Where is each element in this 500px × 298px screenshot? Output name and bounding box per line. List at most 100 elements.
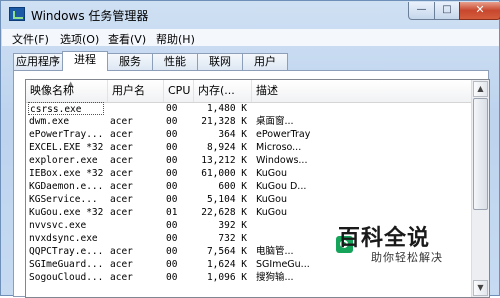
process-description: 搜狗输... — [256, 272, 294, 283]
process-description: Microso... — [256, 142, 302, 153]
table-row[interactable]: ePowerTray... acer 00 364 K ePowerTray — [26, 128, 478, 141]
menu-file[interactable]: 文件(F) — [10, 31, 51, 47]
table-row[interactable]: csrss.exe 00 1,480 K — [26, 102, 478, 115]
process-description — [256, 219, 326, 232]
column-image-name[interactable]: 映像名称 — [26, 80, 108, 102]
process-user: acer — [110, 272, 133, 283]
process-memory: 732 K — [218, 233, 247, 244]
process-memory: 1,096 K — [206, 272, 247, 283]
table-row[interactable]: EXCEL.EXE *32 acer 00 8,924 K Microso... — [26, 141, 478, 154]
tab-performance[interactable]: 性能 — [152, 53, 198, 70]
process-cpu: 00 — [166, 233, 178, 244]
process-user — [110, 102, 162, 115]
process-description: 电脑管... — [256, 246, 294, 257]
process-image-name: KGService... — [29, 194, 98, 205]
table-row[interactable]: KGService... acer 00 5,104 K KuGou — [26, 193, 478, 206]
tab-users[interactable]: 用户 — [242, 53, 288, 70]
column-description[interactable]: 描述 — [252, 80, 478, 102]
process-cpu: 00 — [166, 116, 178, 127]
process-image-name: EXCEL.EXE *32 — [29, 142, 104, 153]
process-image-name: SGImeGuard... — [29, 259, 104, 270]
process-cpu: 01 — [166, 207, 178, 218]
process-user: acer — [110, 168, 133, 179]
process-description: Windows... — [256, 155, 308, 166]
menu-options[interactable]: 选项(O) — [58, 31, 101, 47]
close-button[interactable]: ✕ — [459, 2, 500, 20]
column-header-row: ▲ 映像名称 用户名 CPU 内存(... 描述 — [26, 80, 478, 103]
watermark-brand: 百科全说 — [338, 226, 431, 251]
process-image-name: KuGou.exe *32 — [29, 207, 104, 218]
process-cpu: 00 — [166, 194, 178, 205]
process-image-name: IEBox.exe *32 — [29, 168, 104, 179]
process-memory: 7,564 K — [206, 246, 247, 257]
process-memory: 21,328 K — [201, 116, 247, 127]
process-user: acer — [110, 259, 133, 270]
process-memory: 600 K — [218, 181, 247, 192]
process-cpu: 00 — [166, 129, 178, 140]
process-user: acer — [110, 194, 133, 205]
tab-networking[interactable]: 联网 — [197, 53, 243, 70]
tab-applications[interactable]: 应用程序 — [13, 53, 63, 70]
title-bar[interactable]: Windows 任务管理器 — □ ✕ — [1, 1, 500, 29]
table-row[interactable]: explorer.exe acer 00 13,212 K Windows... — [26, 154, 478, 167]
process-image-name: csrss.exe — [28, 102, 104, 115]
scrollbar-thumb[interactable] — [473, 98, 488, 210]
process-user: acer — [110, 142, 133, 153]
tab-strip: 应用程序 进程 服务 性能 联网 用户 — [13, 51, 493, 71]
process-user: acer — [110, 129, 133, 140]
process-image-name: SogouCloud... — [29, 272, 104, 283]
column-memory[interactable]: 内存(... — [194, 80, 252, 102]
process-cpu: 00 — [166, 155, 178, 166]
process-description: KuGou D... — [256, 181, 307, 192]
process-description: KuGou — [256, 194, 287, 205]
table-row[interactable]: IEBox.exe *32 acer 00 61,000 K KuGou — [26, 167, 478, 180]
minimize-button[interactable]: — — [408, 2, 435, 20]
process-cpu: 00 — [166, 259, 178, 270]
process-image-name: dwm.exe — [29, 116, 70, 127]
process-user: acer — [110, 181, 133, 192]
process-image-name: explorer.exe — [29, 155, 98, 166]
process-user: acer — [110, 155, 133, 166]
column-user-name[interactable]: 用户名 — [108, 80, 164, 102]
process-memory: 364 K — [218, 129, 247, 140]
process-description: ePowerTray — [256, 129, 311, 140]
process-image-name: nvvsvc.exe — [29, 220, 87, 231]
window-title: Windows 任务管理器 — [31, 9, 149, 23]
scroll-up-arrow-icon[interactable]: ▲ — [473, 81, 488, 97]
process-user: acer — [110, 246, 133, 257]
process-description — [256, 232, 326, 245]
process-description: SGImeGu... — [256, 259, 310, 270]
table-row[interactable]: KGDaemon.e... acer 00 600 K KuGou D... — [26, 180, 478, 193]
task-manager-icon — [9, 7, 25, 21]
process-cpu: 00 — [166, 220, 178, 231]
process-image-name: KGDaemon.e... — [29, 181, 104, 192]
maximize-button[interactable]: □ — [434, 2, 460, 20]
menu-view[interactable]: 查看(V) — [106, 31, 148, 47]
tab-services[interactable]: 服务 — [107, 53, 153, 70]
column-cpu[interactable]: CPU — [164, 80, 194, 102]
process-cpu: 00 — [166, 103, 178, 114]
menu-help[interactable]: 帮助(H) — [154, 31, 197, 47]
table-row[interactable]: dwm.exe acer 00 21,328 K 桌面窗... — [26, 115, 478, 128]
process-cpu: 00 — [166, 272, 178, 283]
process-image-name: ePowerTray... — [29, 129, 104, 140]
process-description: 桌面窗... — [256, 116, 294, 127]
watermark-slogan: 助你轻松解决 — [371, 251, 443, 264]
process-memory: 1,480 K — [206, 103, 247, 114]
process-description: KuGou — [256, 207, 287, 218]
process-memory: 5,104 K — [206, 194, 247, 205]
process-memory: 8,924 K — [206, 142, 247, 153]
process-memory: 22,628 K — [201, 207, 247, 218]
process-user — [110, 232, 162, 245]
tab-processes[interactable]: 进程 — [62, 51, 108, 71]
process-cpu: 00 — [166, 181, 178, 192]
process-cpu: 00 — [166, 246, 178, 257]
process-cpu: 00 — [166, 142, 178, 153]
watermark: 百科全说 助你轻松解决 — [318, 216, 498, 296]
process-memory: 1,624 K — [206, 259, 247, 270]
process-image-name: nvxdsync.exe — [29, 233, 98, 244]
process-user — [110, 219, 162, 232]
process-image-name: QQPCTray.e... — [29, 246, 104, 257]
process-user: acer — [110, 207, 133, 218]
process-memory: 61,000 K — [201, 168, 247, 179]
